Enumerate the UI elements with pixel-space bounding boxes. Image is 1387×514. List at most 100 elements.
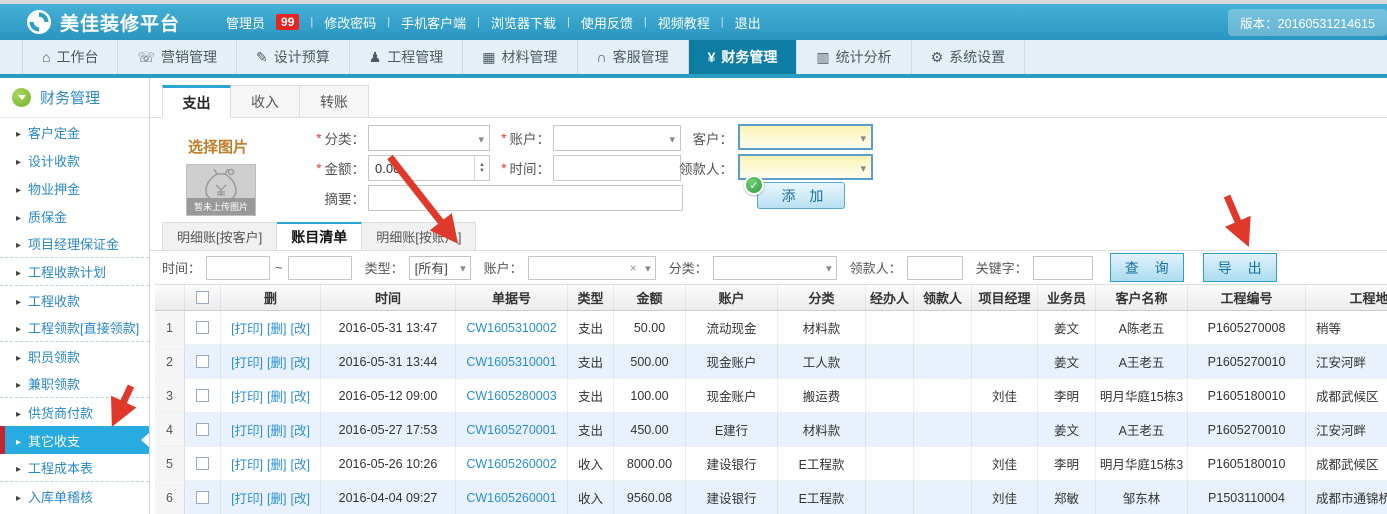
nav-tab-system-settings[interactable]: ⚙系统设置 [912,40,1026,74]
nav-tab-finance[interactable]: ¥财务管理 [689,40,798,74]
notification-badge[interactable]: 99 [276,14,299,30]
export-button[interactable]: 导 出 [1203,253,1277,282]
add-button[interactable]: 添 加 [757,182,845,209]
payee-filter-input[interactable] [907,256,963,280]
account-label: *账户： [470,125,550,151]
time-from-input[interactable] [206,256,270,280]
sidebar-item-warranty-deposit[interactable]: 质保金 [0,202,149,230]
row-checkbox[interactable] [196,321,209,334]
print-link[interactable]: [打印] [231,352,263,371]
sidebar-item-pm-deposit[interactable]: 项目经理保证金 [0,230,149,258]
edit-link[interactable]: [改] [290,318,309,337]
type-select[interactable]: [所有] [409,256,471,280]
tab-expense[interactable]: 支出 [162,85,231,118]
sidebar-item-design-payment[interactable]: 设计收款 [0,146,149,174]
tab-detail-by-customer[interactable]: 明细账[按客户] [162,222,277,250]
filter-type-label: 类型： [365,258,404,277]
row-checkbox[interactable] [196,491,209,504]
entry-form: 选择图片 暂未上传图片 *分类： *账户： 客户： *金额： 0 [150,118,1387,222]
row-number: 3 [155,379,185,412]
keyword-input[interactable] [1033,256,1093,280]
sidebar-item-other-income-expense[interactable]: 其它收支 [0,426,149,454]
delete-link[interactable]: [删] [267,488,286,507]
sidebar-item-inbound-audit[interactable]: 入库单稽核 [0,482,149,510]
doc-no-link[interactable]: CW1605270001 [466,423,556,437]
edit-link[interactable]: [改] [290,454,309,473]
main-nav: ⌂工作台☏营销管理✎设计预算♟工程管理▦材料管理∩客服管理¥财务管理▥统计分析⚙… [0,40,1387,78]
filter-payee-label: 领款人： [850,258,902,277]
no-image-caption: 暂未上传图片 [187,198,255,215]
print-link[interactable]: [打印] [231,420,263,439]
row-checkbox[interactable] [196,423,209,436]
edit-link[interactable]: [改] [290,420,309,439]
table-row: 3[打印][删][改]2016-05-12 09:00CW1605280003支… [155,379,1387,413]
sidebar-item-project-payment[interactable]: 工程收款 [0,286,149,314]
delete-link[interactable]: [删] [267,454,286,473]
row-checkbox[interactable] [196,457,209,470]
caret-icon [16,376,21,391]
print-link[interactable]: [打印] [231,454,263,473]
sidebar-item-cost-table[interactable]: 工程成本表 [0,454,149,482]
tab-account-list[interactable]: 账目清单 [277,222,362,250]
nav-tab-marketing[interactable]: ☏营销管理 [118,40,237,74]
menu-item[interactable]: 手机客户端 [401,13,466,32]
menu-item[interactable]: 修改密码 [324,13,376,32]
doc-no-link[interactable]: CW1605310001 [466,355,556,369]
cell-category: 材料款 [778,413,866,446]
sidebar-item-payment-plan[interactable]: 工程收款计划 [0,258,149,286]
customer-label: 客户： [653,125,733,151]
tab-income[interactable]: 收入 [231,85,300,117]
print-link[interactable]: [打印] [231,386,263,405]
account-filter-select[interactable]: × [528,256,656,280]
doc-no-link[interactable]: CW1605280003 [466,389,556,403]
menu-item[interactable]: 浏览器下载 [491,13,556,32]
cell-payee [914,311,972,344]
menu-separator: | [387,16,390,28]
doc-no-link[interactable]: CW1605310002 [466,321,556,335]
column-header: 金额 [614,285,686,310]
sidebar-item-property-deposit[interactable]: 物业押金 [0,174,149,202]
sidebar-item-customer-deposit[interactable]: 客户定金 [0,118,149,146]
table-row: 4[打印][删][改]2016-05-27 17:53CW1605270001支… [155,413,1387,447]
time-to-input[interactable] [288,256,352,280]
search-button[interactable]: 查 询 [1110,253,1184,282]
nav-tab-customer-service[interactable]: ∩客服管理 [578,40,689,74]
customer-select[interactable] [738,124,873,150]
sidebar-item-parttime-withdraw[interactable]: 兼职领款 [0,370,149,398]
row-checkbox[interactable] [196,355,209,368]
delete-link[interactable]: [删] [267,420,286,439]
sidebar-header[interactable]: 财务管理 [0,78,149,118]
nav-tab-project[interactable]: ♟工程管理 [350,40,464,74]
row-checkbox[interactable] [196,389,209,402]
menu-item[interactable]: 视频教程 [658,13,710,32]
admin-label[interactable]: 管理员 [226,13,265,32]
print-link[interactable]: [打印] [231,318,263,337]
delete-link[interactable]: [删] [267,352,286,371]
edit-link[interactable]: [改] [290,386,309,405]
nav-tab-material[interactable]: ▦材料管理 [463,40,577,74]
tab-transfer[interactable]: 转账 [300,85,369,117]
sidebar-item-supplier-payment[interactable]: 供货商付款 [0,398,149,426]
cell-payee [914,481,972,514]
category-filter-select[interactable] [713,256,837,280]
delete-link[interactable]: [删] [267,318,286,337]
edit-link[interactable]: [改] [290,488,309,507]
edit-link[interactable]: [改] [290,352,309,371]
sidebar-item-project-withdraw[interactable]: 工程领款[直接领款] [0,314,149,342]
menu-item[interactable]: 退出 [735,13,761,32]
nav-tab-design-budget[interactable]: ✎设计预算 [237,40,350,74]
choose-image-label[interactable]: 选择图片 [188,136,248,157]
doc-no-link[interactable]: CW1605260002 [466,457,556,471]
print-link[interactable]: [打印] [231,488,263,507]
nav-tab-statistics[interactable]: ▥统计分析 [797,40,911,74]
delete-link[interactable]: [删] [267,386,286,405]
summary-input[interactable] [368,185,683,211]
sidebar-item-staff-withdraw[interactable]: 职员领款 [0,342,149,370]
menu-item[interactable]: 使用反馈 [581,13,633,32]
select-all-checkbox[interactable] [196,291,209,304]
tab-detail-by-account[interactable]: 明细账[按账户] [362,222,476,250]
clear-icon[interactable]: × [630,261,637,275]
image-placeholder[interactable]: 暂未上传图片 [186,164,256,216]
doc-no-link[interactable]: CW1605260001 [466,491,556,505]
nav-tab-workbench[interactable]: ⌂工作台 [22,40,118,74]
